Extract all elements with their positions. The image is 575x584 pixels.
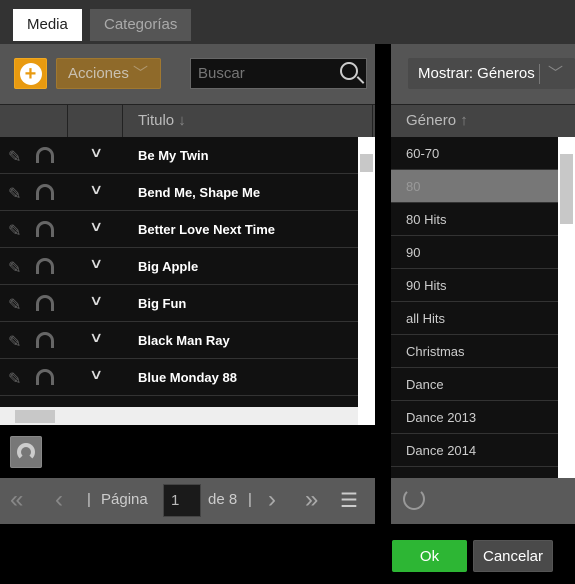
chevron-down-icon[interactable]: ∨ [89, 292, 103, 309]
row-title: Bend Me, Shape Me [138, 185, 261, 200]
list-item[interactable]: Dance [391, 368, 558, 401]
column-header-titulo[interactable]: Titulo ↓ [138, 112, 186, 129]
first-page-icon[interactable]: « [10, 486, 23, 514]
headphones-icon[interactable] [36, 369, 54, 385]
prev-page-icon[interactable]: ‹ [55, 486, 63, 514]
chevron-down-icon[interactable]: ∨ [89, 144, 103, 161]
pencil-icon[interactable]: ✎ [8, 147, 21, 167]
headphones-icon[interactable] [36, 147, 54, 163]
media-table-body: ✎ ∨ Be My Twin ✎ ∨ Bend Me, Shape Me ✎ ∨ Bette… [0, 137, 358, 407]
menu-icon[interactable]: ☰ [340, 488, 358, 513]
row-title: Blue Monday 88 [138, 370, 237, 385]
chevron-down-icon: ﹀ [548, 65, 564, 82]
pencil-icon[interactable]: ✎ [8, 184, 21, 204]
actions-dropdown[interactable]: Acciones ﹀ [56, 58, 161, 89]
column-header-genero[interactable]: Género ↑ [406, 112, 468, 129]
row-title: Big Apple [138, 259, 199, 274]
actions-label: Acciones [68, 65, 129, 82]
chevron-down-icon[interactable]: ∨ [89, 366, 103, 383]
list-item[interactable]: 60-70 [391, 137, 558, 170]
pencil-icon[interactable]: ✎ [8, 369, 21, 389]
row-title: Be My Twin [138, 148, 209, 163]
media-vertical-scrollbar[interactable] [358, 137, 375, 407]
row-title: Better Love Next Time [138, 222, 276, 237]
list-item[interactable]: all Hits [391, 302, 558, 335]
headphones-icon[interactable] [36, 184, 54, 200]
list-item[interactable]: 90 [391, 236, 558, 269]
plus-circle-icon: + [19, 62, 42, 85]
row-title: Big Fun [138, 296, 187, 311]
last-page-icon[interactable]: » [305, 486, 318, 514]
headphones-icon [17, 443, 35, 461]
pencil-icon[interactable]: ✎ [8, 221, 21, 241]
tab-media[interactable]: Media [13, 9, 82, 41]
table-row[interactable]: ✎ ∨ Black Man Ray [0, 322, 358, 359]
chevron-down-icon[interactable]: ∨ [89, 329, 103, 346]
media-horizontal-scrollbar[interactable] [0, 407, 358, 425]
list-item[interactable]: 90 Hits [391, 269, 558, 302]
chevron-down-icon[interactable]: ∨ [89, 218, 103, 235]
list-item-selected[interactable]: 80 [391, 170, 558, 203]
list-item[interactable]: Dance 2014 [391, 434, 558, 467]
table-row[interactable]: ✎ ∨ Bend Me, Shape Me [0, 174, 358, 211]
list-item[interactable]: 80 Hits [391, 203, 558, 236]
headphones-icon[interactable] [36, 221, 54, 237]
list-item[interactable]: Christmas [391, 335, 558, 368]
genre-vertical-scrollbar[interactable] [558, 137, 575, 478]
headphones-icon[interactable] [36, 295, 54, 311]
sort-ascending-icon: ↑ [460, 112, 468, 129]
headphones-icon[interactable] [36, 332, 54, 348]
show-dropdown[interactable]: Mostrar: Géneros ﹀ [408, 58, 575, 89]
page-input[interactable] [163, 484, 201, 517]
search-icon[interactable] [340, 62, 358, 80]
media-table-header [0, 104, 375, 137]
next-page-icon[interactable]: › [268, 486, 276, 514]
list-item[interactable]: Dance 2013 [391, 401, 558, 434]
table-row[interactable]: ✎ ∨ Big Apple [0, 248, 358, 285]
table-row[interactable]: ✎ ∨ Blue Monday 88 [0, 359, 358, 396]
row-title: Black Man Ray [138, 333, 230, 348]
chevron-down-icon: ﹀ [133, 65, 149, 82]
play-headphones-button[interactable] [10, 436, 42, 468]
genre-pager [391, 478, 575, 524]
chevron-down-icon[interactable]: ∨ [89, 181, 103, 198]
show-label: Mostrar: Géneros [418, 65, 535, 82]
genre-list: 60-70 80 80 Hits 90 90 Hits all Hits Chr… [391, 137, 558, 478]
tab-categorias[interactable]: Categorías [90, 9, 192, 41]
pencil-icon[interactable]: ✎ [8, 295, 21, 315]
add-button[interactable]: + [14, 58, 47, 89]
page-label: Página [101, 491, 148, 508]
table-row[interactable]: ✎ ∨ Be My Twin [0, 137, 358, 174]
refresh-icon[interactable] [403, 488, 425, 510]
table-row[interactable]: ✎ ∨ Better Love Next Time [0, 211, 358, 248]
page-count: de 8 [208, 491, 238, 508]
sort-descending-icon: ↓ [178, 112, 186, 129]
headphones-icon[interactable] [36, 258, 54, 274]
ok-button[interactable]: Ok [392, 540, 467, 572]
cancel-button[interactable]: Cancelar [473, 540, 553, 572]
table-row[interactable]: ✎ ∨ Big Fun [0, 285, 358, 322]
pencil-icon[interactable]: ✎ [8, 332, 21, 352]
top-bar [0, 0, 575, 44]
chevron-down-icon[interactable]: ∨ [89, 255, 103, 272]
pencil-icon[interactable]: ✎ [8, 258, 21, 278]
